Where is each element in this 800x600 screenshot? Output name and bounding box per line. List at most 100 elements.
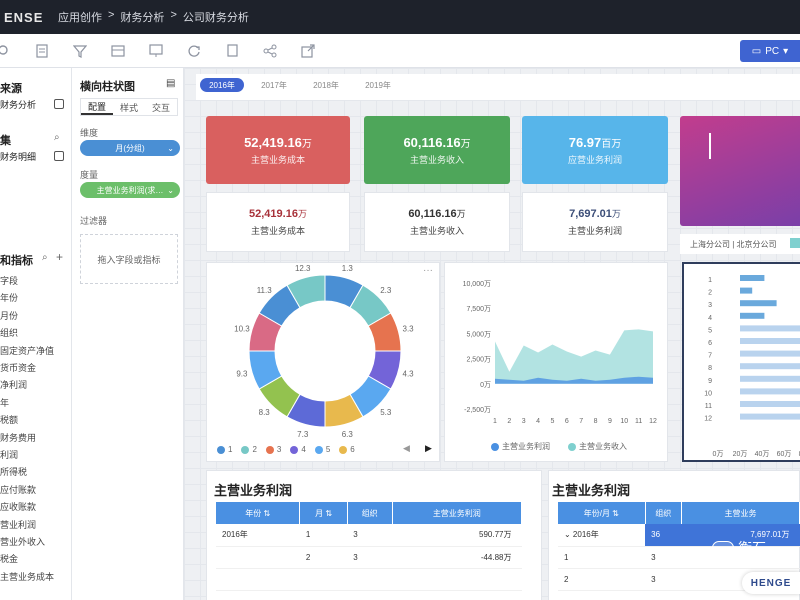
search-icon[interactable]: ⌕ — [42, 252, 48, 263]
year-tab-2017[interactable]: 2017年 — [252, 78, 296, 92]
table-cell: 1 — [558, 546, 646, 569]
bar-1[interactable] — [740, 275, 765, 281]
bar-9[interactable] — [740, 375, 800, 382]
field-item[interactable]: 字段 — [0, 274, 18, 287]
search-icon[interactable]: ⌕ — [54, 132, 60, 143]
legend-label[interactable]: 1 — [228, 445, 232, 454]
year-tab-2016[interactable]: 2016年 — [200, 78, 244, 92]
column-header[interactable]: 主营业务 — [681, 502, 800, 524]
column-header[interactable]: 年份 ⇅ — [216, 502, 301, 524]
x-tick-label: 12 — [649, 418, 657, 425]
copy-icon[interactable] — [224, 43, 240, 59]
field-item[interactable]: 营业外收入 — [0, 535, 45, 548]
legend-label[interactable]: 4 — [301, 445, 305, 454]
field-item[interactable]: 财务费用 — [0, 431, 36, 444]
dataset-title: 集 — [0, 135, 11, 147]
field-item[interactable]: 主营业务成本 — [0, 570, 54, 583]
slice-data-label: 12.3 — [295, 264, 311, 273]
legend-label[interactable]: 2 — [252, 445, 256, 454]
field-item[interactable]: 组织 — [0, 326, 18, 339]
tab-config[interactable]: 配置 — [81, 99, 113, 115]
field-item[interactable]: 应付账款 — [0, 483, 36, 496]
column-header[interactable]: 组织 — [645, 502, 683, 524]
measure-field-pill[interactable]: 主营业务利润(求… ⌄ — [80, 182, 180, 198]
table-icon[interactable] — [110, 43, 126, 59]
field-item[interactable]: 固定资产净值 — [0, 344, 54, 357]
bar-8[interactable] — [740, 363, 800, 370]
legend-label[interactable]: 3 — [277, 445, 281, 454]
year-tab-2018[interactable]: 2018年 — [304, 78, 348, 92]
share-icon[interactable] — [262, 43, 278, 59]
export-icon[interactable] — [300, 43, 316, 59]
chart-type-icon[interactable]: ▤ — [166, 78, 175, 89]
breadcrumb-item-finance[interactable]: 财务分析 — [120, 9, 164, 25]
bar-11[interactable] — [740, 401, 800, 407]
dimension-field-pill[interactable]: 月(分组) ⌄ — [80, 140, 180, 156]
app-logo[interactable]: ENSE — [0, 10, 54, 25]
brand-badge[interactable]: HENGE — [742, 572, 800, 594]
bar-chart-card[interactable]: 1234567891011120万20万40万60万80万 — [682, 262, 800, 462]
field-item[interactable]: 营业利润 — [0, 518, 36, 531]
bar-3[interactable] — [740, 300, 777, 307]
kpi-detail-cost[interactable]: 52,419.16万 主营业务成本 — [206, 192, 350, 252]
field-item[interactable]: 货币资金 — [0, 361, 36, 374]
source-item[interactable]: 财务分析 — [0, 96, 72, 112]
bar-5[interactable] — [740, 325, 800, 332]
field-item[interactable]: 利润 — [0, 448, 18, 461]
table-row[interactable]: 2016年 1 3 590.77万 — [216, 524, 522, 547]
filter-icon[interactable] — [72, 43, 88, 59]
field-item[interactable]: 税额 — [0, 413, 18, 426]
tab-style[interactable]: 样式 — [113, 99, 145, 115]
bar-4[interactable] — [740, 312, 765, 319]
field-item[interactable]: 年 — [0, 396, 9, 409]
bar-6[interactable] — [740, 338, 800, 344]
dataset-item[interactable]: 财务明细 — [0, 148, 72, 164]
x-tick-label: 7 — [579, 418, 583, 425]
search-icon[interactable] — [0, 43, 12, 59]
tab-interaction[interactable]: 交互 — [145, 99, 177, 115]
filter-drop-zone[interactable]: 拖入字段或指标 — [80, 234, 178, 284]
donut-chart-card[interactable]: ··· 1.3 2.3 3.3 4.3 5.3 6.3 7.3 8.3 9.3 10.3 11.3 1… — [206, 262, 440, 462]
area-chart-card[interactable]: 10,000万 7,500万 5,000万 2,500万 0万 -2,500万 1 2 3 4 5 6… — [444, 262, 668, 462]
table-row[interactable] — [216, 568, 522, 591]
column-header[interactable]: 主营业务利润 — [392, 502, 523, 524]
bar-12[interactable] — [740, 413, 800, 420]
kpi-card-revenue[interactable]: 60,116.16万 主营业务收入 — [364, 116, 510, 184]
column-header[interactable]: 月 ⇅ — [299, 502, 348, 524]
breadcrumb: 应用创作 > 财务分析 > 公司财务分析 — [58, 9, 249, 25]
area-series-revenue[interactable] — [495, 329, 653, 384]
filter-label: 过滤器 — [80, 216, 108, 226]
legend-label[interactable]: 5 — [326, 445, 330, 454]
document-icon[interactable] — [34, 43, 50, 59]
year-tab-2019[interactable]: 2019年 — [356, 78, 400, 92]
field-item[interactable]: 税金 — [0, 552, 18, 565]
pc-preview-button[interactable]: ▭ PC ▾ — [740, 40, 800, 62]
bar-7[interactable] — [740, 350, 800, 357]
toolbar: ▭ PC ▾ — [0, 34, 800, 68]
kpi-card-cost[interactable]: 52,419.16万 主营业务成本 — [206, 116, 350, 184]
screen-icon[interactable] — [148, 43, 164, 59]
bar-2[interactable] — [740, 287, 753, 294]
brand-text: HENGE — [750, 577, 792, 589]
kpi-card-profit[interactable]: 76.97百万 应营业务利润 — [522, 116, 668, 184]
slice-data-label: 3.3 — [403, 325, 415, 334]
field-item[interactable]: 净利润 — [0, 378, 27, 391]
column-header[interactable]: 组织 — [347, 502, 393, 524]
legend-swatch — [314, 445, 323, 454]
refresh-icon[interactable] — [186, 43, 202, 59]
gradient-gauge-card[interactable] — [680, 116, 800, 226]
field-item[interactable]: 月份 — [0, 309, 18, 322]
kpi-detail-profit[interactable]: 7,697.01万 主营业务利润 — [522, 192, 668, 252]
legend-label[interactable]: 6 — [350, 445, 354, 454]
column-header[interactable]: 年份/月 ⇅ — [558, 502, 646, 524]
table-row[interactable]: 2 3 -44.88万 — [216, 546, 522, 569]
breadcrumb-item-app[interactable]: 应用创作 — [58, 9, 102, 25]
legend-prev-icon[interactable]: ◀ — [403, 443, 410, 454]
field-item[interactable]: 所得税 — [0, 465, 27, 478]
kpi-detail-revenue[interactable]: 60,116.16万 主营业务收入 — [364, 192, 510, 252]
field-item[interactable]: 应收账款 — [0, 500, 36, 513]
bar-10[interactable] — [740, 388, 800, 395]
add-icon[interactable]: + — [56, 250, 63, 264]
field-item[interactable]: 年份 — [0, 291, 18, 304]
legend-next-icon[interactable]: ▶ — [425, 443, 432, 454]
